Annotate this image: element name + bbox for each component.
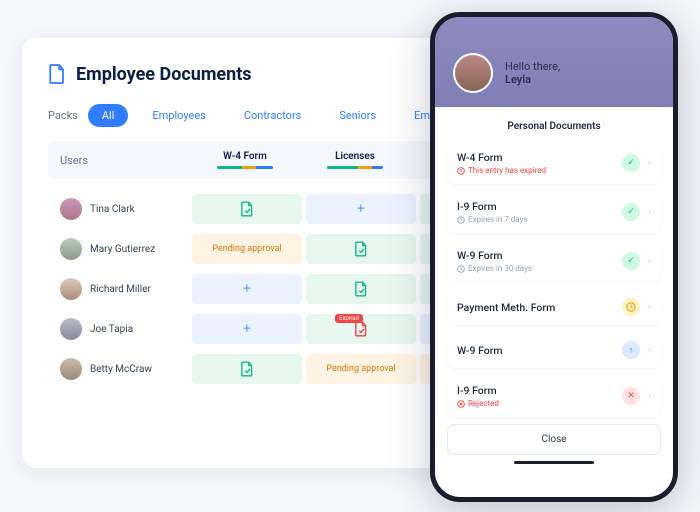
pending-cell[interactable]: Pending approval xyxy=(192,234,302,264)
chevron-right-icon: › xyxy=(648,158,651,169)
chevron-right-icon: › xyxy=(648,302,651,313)
document-list: W-4 FormThis entry has expired✓›I-9 Form… xyxy=(447,142,661,417)
avatar xyxy=(60,238,82,260)
doc-cell[interactable] xyxy=(192,194,302,224)
user-cell[interactable]: Tina Clark xyxy=(60,198,190,220)
doc-name: I-9 Form xyxy=(457,384,499,397)
column-w4: W-4 Form xyxy=(190,151,300,169)
doc-cell[interactable] xyxy=(306,234,416,264)
upload-icon: ↑ xyxy=(622,341,640,359)
document-item[interactable]: I-9 Form Expires in 7 days ✓ › xyxy=(447,191,661,233)
doc-subtext: Expires in 7 days xyxy=(457,215,528,224)
greeting: Hello there, Leyla xyxy=(505,60,560,86)
chevron-right-icon: › xyxy=(648,345,651,356)
file-icon xyxy=(48,63,66,85)
doc-subtext: Expires in 30 days xyxy=(457,264,532,273)
doc-cell[interactable] xyxy=(192,354,302,384)
reject-icon xyxy=(457,400,465,408)
add-cell[interactable]: + xyxy=(192,274,302,304)
chevron-right-icon: › xyxy=(648,207,651,218)
avatar xyxy=(60,358,82,380)
add-cell[interactable]: + xyxy=(306,194,416,224)
tab-contractors[interactable]: Contractors xyxy=(230,104,316,127)
user-name: Tina Clark xyxy=(90,204,135,215)
clock-icon xyxy=(457,265,465,273)
pending-cell[interactable]: Pending approval xyxy=(306,354,416,384)
reject-icon: ✕ xyxy=(622,387,640,405)
check-icon: ✓ xyxy=(622,154,640,172)
home-indicator xyxy=(514,461,594,464)
mobile-header: Hello there, Leyla xyxy=(435,17,673,107)
check-icon: ✓ xyxy=(622,252,640,270)
user-name: Richard Miller xyxy=(90,284,151,295)
document-icon xyxy=(354,321,368,337)
chevron-right-icon: › xyxy=(648,391,651,402)
document-icon xyxy=(354,241,368,257)
doc-name: Payment Meth. Form xyxy=(457,301,555,314)
avatar xyxy=(60,278,82,300)
document-item[interactable]: W-9 Form ↑ › xyxy=(447,332,661,368)
clock-icon xyxy=(457,167,465,175)
doc-subtext: This entry has expired xyxy=(457,166,546,175)
section-title: Personal Documents xyxy=(447,121,661,132)
clock-icon xyxy=(457,216,465,224)
mobile-device: Hello there, Leyla Personal Documents W-… xyxy=(430,12,678,502)
add-cell[interactable]: + xyxy=(192,314,302,344)
document-item[interactable]: Payment Meth. Form › xyxy=(447,289,661,325)
doc-name: I-9 Form xyxy=(457,200,528,213)
doc-name: W-9 Form xyxy=(457,344,503,357)
user-name: Mary Gutierrez xyxy=(90,244,155,255)
avatar xyxy=(60,318,82,340)
column-licenses: Licenses xyxy=(300,151,410,169)
page-title: Employee Documents xyxy=(76,64,252,85)
expired-badge: Expired xyxy=(335,314,363,323)
tab-seniors[interactable]: Seniors xyxy=(325,104,390,127)
clock-icon xyxy=(622,298,640,316)
avatar xyxy=(60,198,82,220)
doc-name: W-9 Form xyxy=(457,249,532,262)
user-name: Joe Tapia xyxy=(90,324,133,335)
expired-doc-cell[interactable]: Expired xyxy=(306,314,416,344)
tab-all[interactable]: All xyxy=(88,104,129,127)
tab-employees[interactable]: Employees xyxy=(138,104,219,127)
document-icon xyxy=(240,361,254,377)
user-cell[interactable]: Mary Gutierrez xyxy=(60,238,190,260)
document-item[interactable]: W-4 Form This entry has expired ✓ › xyxy=(447,142,661,184)
user-cell[interactable]: Richard Miller xyxy=(60,278,190,300)
document-item[interactable]: I-9 Form Rejected ✕ › xyxy=(447,375,661,417)
close-button[interactable]: Close xyxy=(447,424,661,455)
user-name: Betty McCraw xyxy=(90,364,152,375)
chevron-right-icon: › xyxy=(648,256,651,267)
column-users: Users xyxy=(60,154,190,167)
check-icon: ✓ xyxy=(622,203,640,221)
doc-cell[interactable] xyxy=(306,274,416,304)
tabs-label: Packs xyxy=(48,109,78,122)
document-item[interactable]: W-9 Form Expires in 30 days ✓ › xyxy=(447,240,661,282)
user-avatar[interactable] xyxy=(453,53,493,93)
doc-name: W-4 Form xyxy=(457,151,546,164)
doc-subtext: Rejected xyxy=(457,399,499,408)
document-icon xyxy=(354,281,368,297)
user-cell[interactable]: Betty McCraw xyxy=(60,358,190,380)
user-cell[interactable]: Joe Tapia xyxy=(60,318,190,340)
document-icon xyxy=(240,201,254,217)
